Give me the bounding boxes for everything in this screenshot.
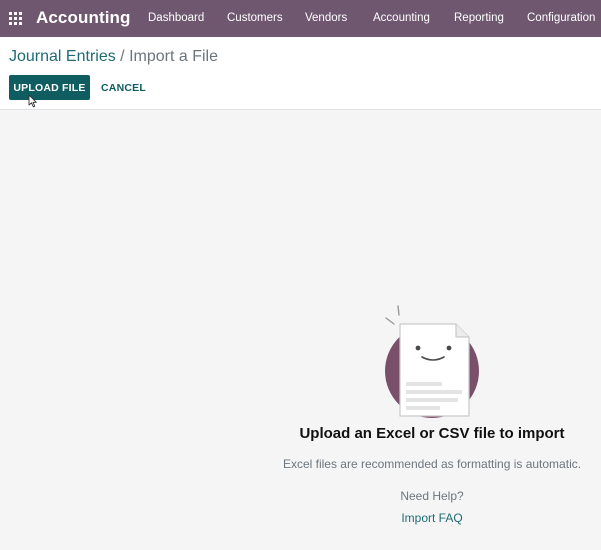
breadcrumb-separator: / (115, 48, 130, 65)
breadcrumb-journal-entries[interactable]: Journal Entries (9, 48, 116, 65)
apps-grid-icon[interactable] (9, 12, 22, 25)
empty-state-subline: Excel files are recommended as formattin… (282, 457, 582, 471)
need-help-text: Need Help? (400, 489, 464, 503)
empty-state-headline: Upload an Excel or CSV file to import (299, 425, 565, 442)
menu-dashboard[interactable]: Dashboard (148, 12, 204, 24)
menu-reporting[interactable]: Reporting (454, 12, 504, 24)
app-title[interactable]: Accounting (36, 8, 131, 28)
upload-file-button[interactable]: UPLOAD FILE (9, 75, 90, 100)
menu-customers[interactable]: Customers (227, 12, 283, 24)
mouse-cursor-icon (28, 94, 37, 108)
breadcrumb: Journal Entries / Import a File (9, 48, 218, 66)
menu-configuration[interactable]: Configuration (527, 12, 595, 24)
breadcrumb-current: Import a File (129, 48, 218, 65)
import-faq-link[interactable]: Import FAQ (264, 511, 600, 525)
top-navbar: Accounting Dashboard Customers Vendors A… (0, 0, 601, 37)
control-panel: Journal Entries / Import a File UPLOAD F… (0, 37, 601, 110)
cancel-button[interactable]: CANCEL (97, 75, 150, 100)
smiling-document-icon (385, 305, 479, 418)
menu-vendors[interactable]: Vendors (305, 12, 347, 24)
menu-accounting[interactable]: Accounting (373, 12, 430, 24)
